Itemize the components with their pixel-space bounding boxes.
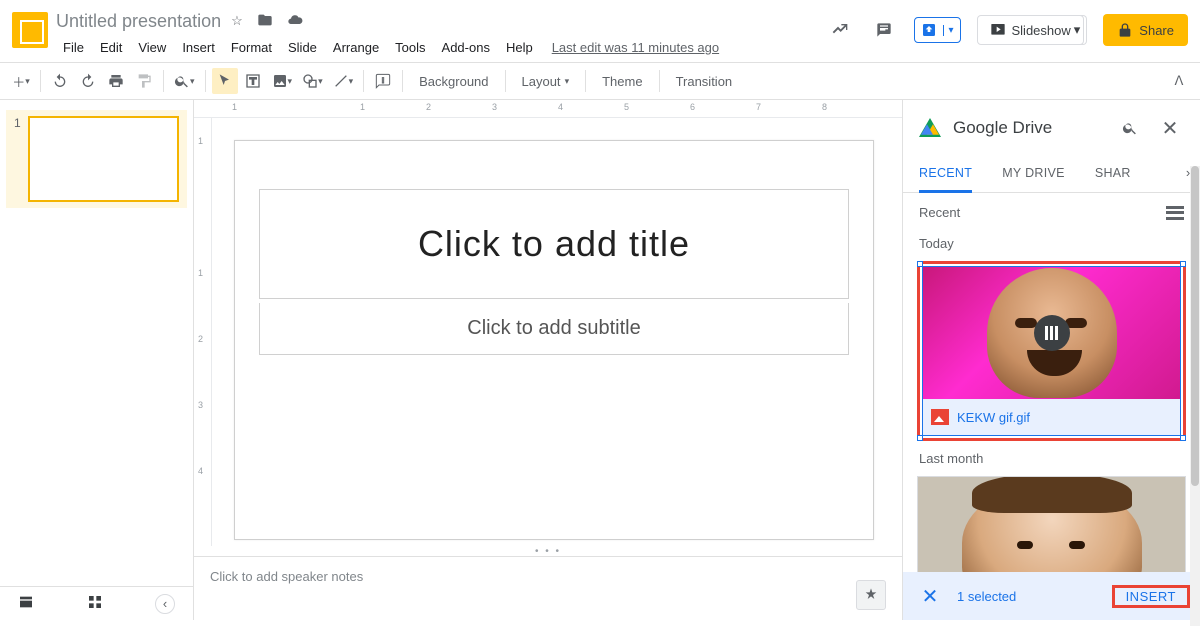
menu-edit[interactable]: Edit: [93, 36, 129, 59]
theme-button[interactable]: Theme: [592, 74, 652, 89]
menu-format[interactable]: Format: [224, 36, 279, 59]
filmstrip-view-icon[interactable]: [18, 594, 34, 613]
document-title[interactable]: Untitled presentation: [56, 11, 221, 32]
redo-button[interactable]: [75, 68, 101, 94]
play-badge-icon: [1034, 315, 1070, 351]
subtitle-placeholder[interactable]: Click to add subtitle: [259, 303, 849, 355]
slides-app-icon[interactable]: [12, 12, 48, 48]
list-view-icon[interactable]: [1166, 206, 1184, 220]
slide-canvas[interactable]: Click to add title Click to add subtitle: [234, 140, 874, 540]
google-drive-panel: Google Drive ✕ RECENT MY DRIVE SHAR › Re…: [902, 100, 1200, 620]
explore-button[interactable]: [856, 580, 886, 610]
title-placeholder[interactable]: Click to add title: [259, 189, 849, 299]
tab-my-drive[interactable]: MY DRIVE: [1002, 156, 1065, 192]
file-meta: KEKW gif.gif: [923, 399, 1180, 435]
menu-bar: File Edit View Insert Format Slide Arran…: [56, 36, 826, 59]
share-button[interactable]: Share: [1103, 14, 1188, 46]
move-icon[interactable]: [257, 12, 273, 31]
share-label: Share: [1139, 23, 1174, 38]
file-card-selected[interactable]: KEKW gif.gif: [917, 261, 1186, 441]
slide-thumb-preview: [28, 116, 179, 202]
menu-view[interactable]: View: [131, 36, 173, 59]
title-area: Untitled presentation ☆ File Edit View I…: [56, 8, 826, 59]
search-icon[interactable]: [1116, 114, 1144, 142]
doc-title-row: Untitled presentation ☆: [56, 8, 826, 34]
star-icon[interactable]: ☆: [231, 13, 243, 29]
drive-panel-title: Google Drive: [953, 118, 1104, 138]
canvas-scroll: 1 1 2 3 4 5 6 7 8 1 1 2 3 4 Click to add…: [194, 100, 902, 546]
speaker-notes[interactable]: Click to add speaker notes: [194, 556, 902, 620]
filmstrip-footer: ‹: [0, 586, 193, 620]
slide-number: 1: [14, 116, 24, 202]
drive-sublabel: Recent: [919, 205, 960, 220]
present-upload-button[interactable]: ▾: [914, 17, 960, 43]
layout-button[interactable]: Layout▾: [512, 74, 580, 89]
drive-tabs: RECENT MY DRIVE SHAR ›: [903, 156, 1200, 193]
zoom-button[interactable]: ▾: [170, 68, 199, 94]
print-button[interactable]: [103, 68, 129, 94]
caret-down-icon[interactable]: ▾: [943, 25, 953, 36]
menu-file[interactable]: File: [56, 36, 91, 59]
trend-icon[interactable]: [826, 16, 854, 44]
textbox-tool[interactable]: [240, 68, 266, 94]
shape-tool[interactable]: ▾: [298, 68, 327, 94]
notes-splitter[interactable]: • • •: [194, 546, 902, 556]
selection-count: 1 selected: [957, 589, 1112, 604]
vertical-ruler: 1 1 2 3 4: [194, 118, 212, 546]
slide-thumbnail-1[interactable]: 1: [6, 110, 187, 208]
new-slide-button[interactable]: ＋▾: [8, 68, 34, 94]
undo-button[interactable]: [47, 68, 73, 94]
section-today: Today: [919, 236, 1184, 251]
close-icon[interactable]: ✕: [1156, 114, 1184, 142]
app-header: Untitled presentation ☆ File Edit View I…: [0, 0, 1200, 62]
drive-selection-footer: ✕ 1 selected INSERT: [903, 572, 1200, 620]
collapse-filmstrip-icon[interactable]: ‹: [155, 594, 175, 614]
line-tool[interactable]: ▾: [329, 68, 358, 94]
menu-help[interactable]: Help: [499, 36, 540, 59]
insert-button-highlight: INSERT: [1112, 585, 1190, 608]
menu-addons[interactable]: Add-ons: [435, 36, 497, 59]
menu-insert[interactable]: Insert: [175, 36, 222, 59]
menu-slide[interactable]: Slide: [281, 36, 324, 59]
tab-recent[interactable]: RECENT: [919, 156, 972, 193]
grid-view-icon[interactable]: [87, 594, 103, 613]
body: 1 ‹ 1 1 2 3 4 5 6 7 8 1 1: [0, 100, 1200, 620]
comments-icon[interactable]: [870, 16, 898, 44]
background-button[interactable]: Background: [409, 74, 498, 89]
title-icon-row: ☆: [231, 12, 303, 31]
drive-file-list[interactable]: Today KEKW gif.gif Last month: [903, 226, 1200, 620]
drive-logo-icon: [919, 118, 941, 138]
drive-panel-header: Google Drive ✕: [903, 100, 1200, 156]
header-actions: ▾ Slideshow ▾ Share: [826, 14, 1188, 46]
menu-tools[interactable]: Tools: [388, 36, 432, 59]
drive-sublabel-row: Recent: [903, 193, 1200, 226]
tab-shared[interactable]: SHAR: [1095, 156, 1131, 192]
cloud-status-icon[interactable]: [287, 12, 303, 31]
toolbar: ＋▾ ▾ ▾ ▾ ▾ Background Layout▾ Theme Tran…: [0, 62, 1200, 100]
paint-format-button[interactable]: [131, 68, 157, 94]
section-last-month: Last month: [919, 451, 1184, 466]
slideshow-label: Slideshow: [1012, 23, 1071, 38]
slide-filmstrip: 1 ‹: [0, 100, 194, 620]
select-tool[interactable]: [212, 68, 238, 94]
file-thumbnail: [923, 267, 1180, 399]
menu-arrange[interactable]: Arrange: [326, 36, 386, 59]
comment-tool[interactable]: [370, 68, 396, 94]
drive-scrollbar[interactable]: [1190, 166, 1200, 626]
slideshow-caret[interactable]: ▾: [1068, 15, 1088, 45]
image-file-icon: [931, 409, 949, 425]
last-edit-link[interactable]: Last edit was 11 minutes ago: [552, 40, 719, 55]
image-tool[interactable]: ▾: [268, 68, 297, 94]
file-name: KEKW gif.gif: [957, 410, 1030, 425]
collapse-toolbar-icon[interactable]: ᐱ: [1166, 68, 1192, 94]
canvas-area: 1 1 2 3 4 5 6 7 8 1 1 2 3 4 Click to add…: [194, 100, 902, 620]
speaker-notes-placeholder: Click to add speaker notes: [210, 569, 363, 584]
horizontal-ruler: 1 1 2 3 4 5 6 7 8: [194, 100, 902, 118]
transition-button[interactable]: Transition: [666, 74, 743, 89]
clear-selection-icon[interactable]: ✕: [913, 584, 947, 609]
insert-button[interactable]: INSERT: [1116, 583, 1186, 610]
